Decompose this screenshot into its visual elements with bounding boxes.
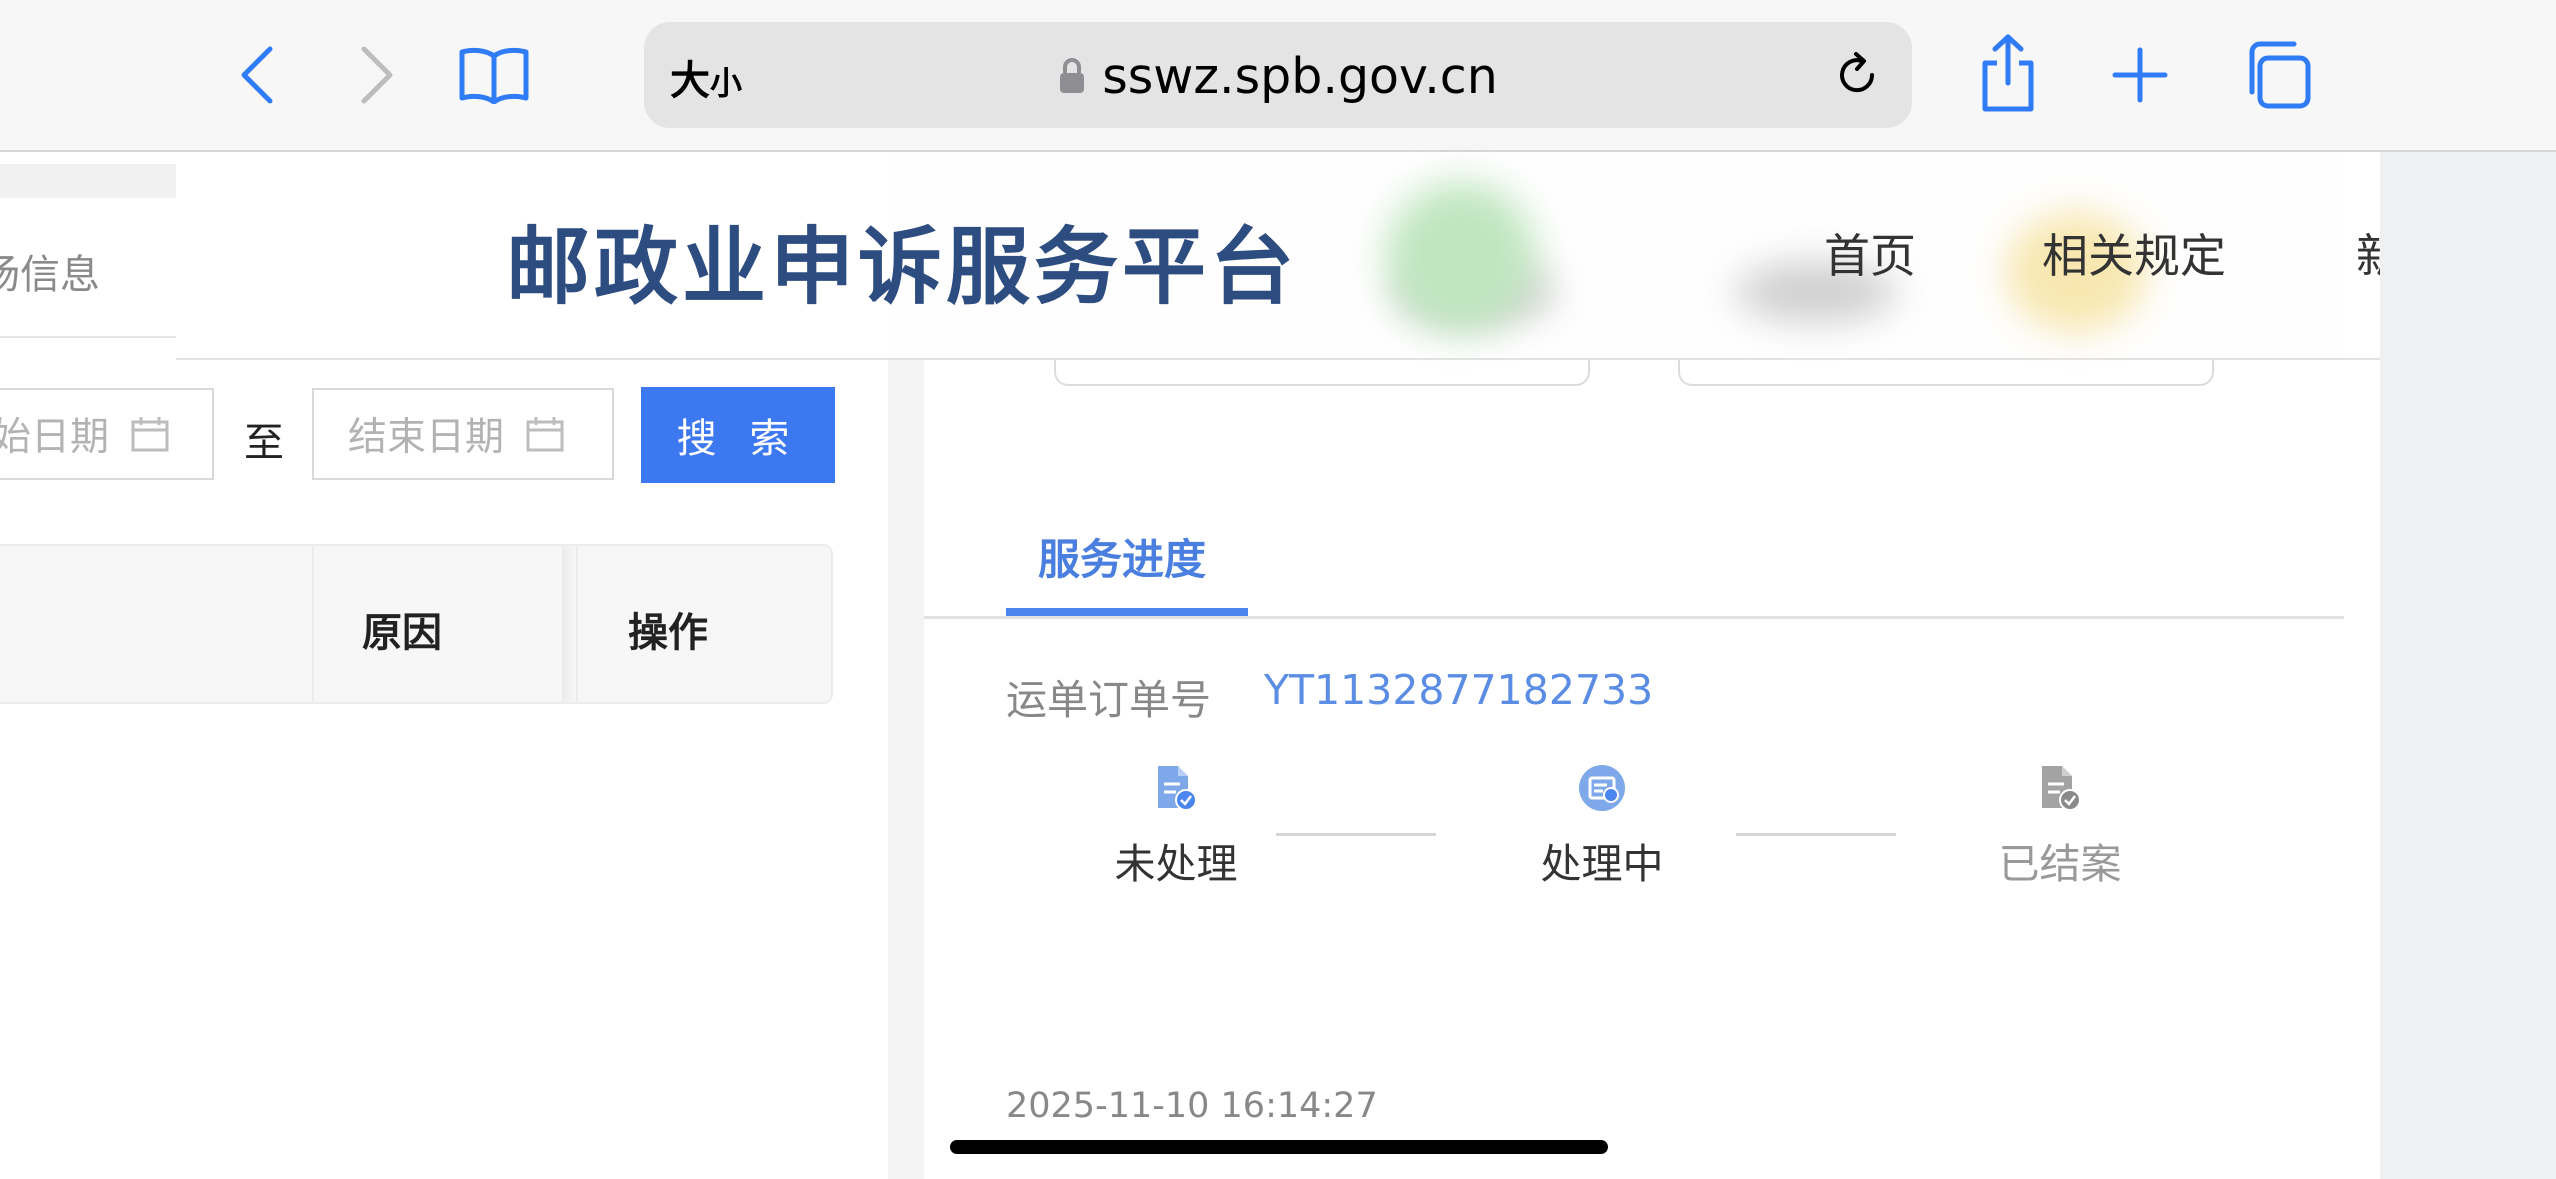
nav-news: 新 [2356, 229, 2380, 282]
step-label: 处理中 [1540, 840, 1664, 888]
divider [0, 336, 176, 338]
new-tab-button[interactable] [2108, 40, 2172, 110]
nav-regulations[interactable]: 相关规定 [2042, 220, 2226, 286]
document-check-icon [1146, 758, 1206, 818]
stat-card [1678, 358, 2214, 386]
reload-button[interactable] [1828, 46, 1886, 104]
processing-icon [1572, 758, 1632, 818]
calendar-icon [526, 416, 564, 452]
column-header-action[interactable]: 操作 [628, 600, 708, 658]
table-header: 原因 操作 [0, 544, 833, 704]
calendar-icon [131, 416, 169, 452]
lock-icon [1058, 57, 1086, 95]
decorative-blur [1386, 182, 1536, 332]
search-button[interactable]: 搜 索 [641, 387, 835, 483]
browser-toolbar: 大 小 sswz.spb.gov.cn [0, 0, 2556, 152]
share-icon [1982, 34, 2034, 112]
chevron-right-icon [361, 46, 393, 104]
fixed-column-shadow [562, 546, 576, 702]
step-closed: 已结案 [1960, 758, 2160, 890]
start-date-input[interactable]: 始日期 [0, 388, 214, 480]
end-date-input[interactable]: 结束日期 [312, 388, 614, 480]
book-icon [459, 47, 529, 104]
step-processing: 处理中 [1502, 758, 1702, 890]
step-label: 已结案 [1998, 840, 2122, 888]
step-label: 未处理 [1114, 840, 1238, 888]
home-indicator [950, 1140, 1608, 1154]
site-header: 邮政业申诉服务平台 首页 相关规定 新 [176, 152, 2380, 360]
order-number-label: 运单订单号 [1006, 676, 1211, 724]
stat-card [1054, 358, 1590, 386]
end-date-placeholder: 结束日期 [348, 415, 505, 460]
service-progress-panel: 服务进度 运单订单号 YT1132877182733 未处理 处理中 已结案 2… [924, 490, 2344, 1179]
tabs-icon [2249, 41, 2311, 109]
address-bar[interactable]: 大 小 sswz.spb.gov.cn [644, 22, 1912, 128]
tabs-overview-button[interactable] [2240, 38, 2314, 112]
tab-service-progress[interactable]: 服务进度 [1038, 526, 1206, 587]
tab-divider [924, 616, 2344, 619]
start-date-placeholder: 始日期 [0, 415, 110, 460]
plus-icon [2112, 47, 2168, 103]
nav-home[interactable]: 首页 [1824, 220, 1916, 286]
column-divider [576, 546, 578, 702]
reload-icon [1840, 52, 1875, 93]
chevron-left-icon [241, 46, 273, 104]
sidebar-item-partial[interactable]: 扬信息 [0, 242, 100, 300]
column-header-reason[interactable]: 原因 [362, 600, 442, 658]
step-unprocessed: 未处理 [1076, 758, 1276, 890]
forward-button[interactable] [352, 40, 402, 110]
step-connector [1276, 833, 1436, 836]
column-divider [312, 546, 314, 702]
page-margin [2380, 152, 2556, 1179]
page-content: 扬信息 始日期 至 结束日期 搜 索 原因 操作 [0, 152, 2556, 1179]
share-button[interactable] [1970, 28, 2046, 118]
back-button[interactable] [232, 40, 282, 110]
step-timestamp: 2025-11-10 16:14:27 [1006, 1086, 1378, 1126]
bookmarks-button[interactable] [456, 40, 532, 110]
site-title[interactable]: 邮政业申诉服务平台 [506, 200, 1298, 321]
order-number-value: YT1132877182733 [1264, 666, 1654, 714]
date-range-separator: 至 [244, 420, 284, 466]
url-text: sswz.spb.gov.cn [1102, 47, 1498, 105]
nav-item-partial[interactable]: 新 [2356, 212, 2380, 282]
left-strip [0, 164, 176, 198]
url-display[interactable]: sswz.spb.gov.cn [644, 47, 1912, 105]
step-connector [1736, 833, 1896, 836]
document-closed-icon [2030, 758, 2090, 818]
